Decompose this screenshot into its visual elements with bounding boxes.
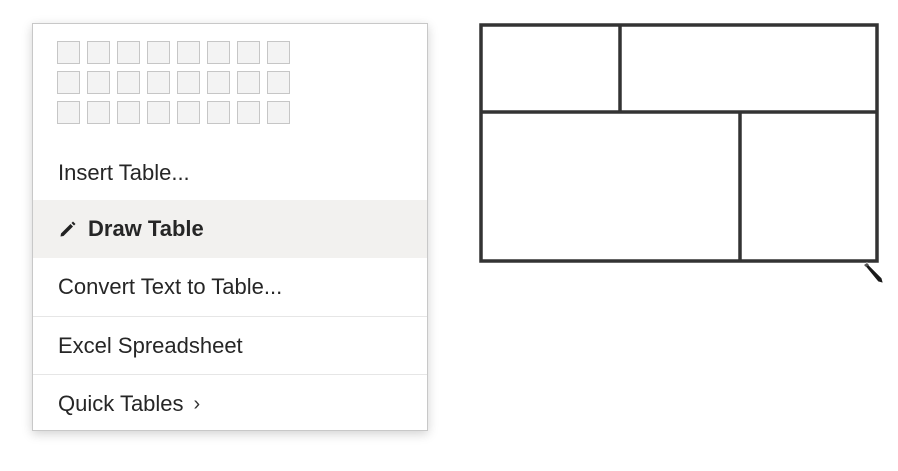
insert-table-menu: Insert Table... Draw Table Convert Text … [32, 23, 428, 431]
grid-cell[interactable] [57, 71, 80, 94]
table-size-grid[interactable] [57, 41, 290, 124]
grid-cell[interactable] [207, 71, 230, 94]
grid-cell[interactable] [117, 41, 140, 64]
grid-cell[interactable] [57, 101, 80, 124]
draw-table-item[interactable]: Draw Table [33, 200, 427, 258]
grid-cell[interactable] [117, 71, 140, 94]
grid-cell[interactable] [87, 71, 110, 94]
grid-cell[interactable] [207, 41, 230, 64]
grid-cell[interactable] [177, 101, 200, 124]
quick-tables-item[interactable]: Quick Tables › [33, 375, 427, 433]
grid-cell[interactable] [57, 41, 80, 64]
excel-spreadsheet-label: Excel Spreadsheet [58, 333, 243, 358]
grid-cell[interactable] [207, 101, 230, 124]
pencil-icon [58, 219, 78, 239]
draw-table-label: Draw Table [88, 216, 204, 241]
grid-cell[interactable] [177, 41, 200, 64]
grid-cell[interactable] [237, 71, 260, 94]
convert-text-to-table-label: Convert Text to Table... [58, 274, 283, 299]
grid-cell[interactable] [267, 41, 290, 64]
grid-cell[interactable] [237, 41, 260, 64]
grid-cell[interactable] [267, 101, 290, 124]
chevron-right-icon: › [193, 392, 201, 415]
quick-tables-label: Quick Tables [58, 391, 184, 416]
grid-cell[interactable] [147, 101, 170, 124]
pencil-cursor-icon [860, 260, 888, 293]
table-outline [479, 23, 879, 263]
excel-spreadsheet-item[interactable]: Excel Spreadsheet [33, 317, 427, 375]
convert-text-to-table-item[interactable]: Convert Text to Table... [33, 258, 427, 316]
grid-cell[interactable] [237, 101, 260, 124]
grid-cell[interactable] [117, 101, 140, 124]
grid-cell[interactable] [87, 41, 110, 64]
grid-cell[interactable] [87, 101, 110, 124]
grid-cell[interactable] [267, 71, 290, 94]
insert-table-label: Insert Table... [58, 160, 190, 185]
grid-cell[interactable] [147, 41, 170, 64]
drawn-table[interactable] [479, 23, 881, 270]
grid-cell[interactable] [177, 71, 200, 94]
grid-cell[interactable] [147, 71, 170, 94]
insert-table-item[interactable]: Insert Table... [33, 144, 427, 202]
